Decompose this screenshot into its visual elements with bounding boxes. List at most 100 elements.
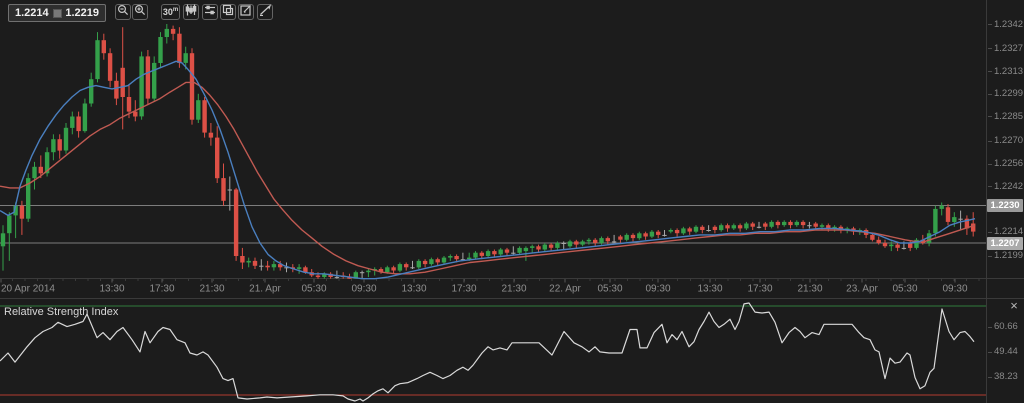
- candle-body: [549, 245, 553, 248]
- candle-body: [908, 243, 912, 248]
- candle-body: [517, 248, 521, 253]
- zoom-out-icon: [117, 3, 129, 21]
- price-tick-label: 1.2285: [994, 111, 1023, 122]
- candle-body: [902, 248, 906, 249]
- rsi-panel-title: Relative Strength Index: [4, 306, 118, 318]
- candle-body: [725, 225, 729, 228]
- candle-body: [650, 232, 654, 237]
- candle-body: [662, 235, 666, 236]
- time-label: 05:30: [892, 284, 917, 295]
- candle-body: [316, 276, 320, 278]
- candle-body: [272, 264, 276, 267]
- candle-body: [64, 128, 68, 151]
- candle-body: [404, 264, 408, 267]
- price-line-badge: 1.2230: [987, 199, 1023, 212]
- candle-body: [32, 167, 36, 178]
- buy-price-button[interactable]: 1.2219: [65, 7, 99, 19]
- time-label: 17:30: [747, 284, 772, 295]
- zoom-out-button[interactable]: [115, 4, 131, 20]
- rsi-tick-label: 49.44: [994, 346, 1018, 357]
- candle-body: [391, 267, 395, 270]
- price-axis-column[interactable]: 1.23421.23271.23131.22991.22851.22701.22…: [986, 0, 1024, 403]
- candle-body: [706, 230, 710, 231]
- candle-body: [700, 227, 704, 230]
- candle-body: [83, 104, 87, 132]
- duplicate-chart-button[interactable]: [220, 4, 236, 20]
- edit-chart-button[interactable]: [238, 4, 254, 20]
- spread-square-icon: [53, 9, 62, 18]
- candle-body: [417, 261, 421, 268]
- candle-body: [694, 227, 698, 232]
- candle-body: [612, 241, 616, 242]
- rsi-tick-label: 60.66: [994, 321, 1018, 332]
- candle-body: [713, 227, 717, 230]
- time-label: 05:30: [597, 284, 622, 295]
- slow-ma-line: [0, 82, 975, 273]
- candle-body: [625, 235, 629, 240]
- candle-body: [681, 228, 685, 233]
- zoom-in-button[interactable]: [132, 4, 148, 20]
- candle-body: [732, 225, 736, 228]
- time-label: 21:30: [199, 284, 224, 295]
- candle-body: [171, 29, 175, 34]
- candle-body: [1, 233, 5, 246]
- candle-body: [562, 243, 566, 244]
- candle-body: [587, 240, 591, 242]
- time-label: 05:30: [301, 284, 326, 295]
- candle-body: [184, 53, 188, 63]
- time-label: 13:30: [401, 284, 426, 295]
- candle-body: [669, 230, 673, 232]
- price-tick-label: 1.2199: [994, 250, 1023, 261]
- candle-body: [637, 233, 641, 238]
- time-label: 09:30: [351, 284, 376, 295]
- candle-body: [574, 241, 578, 244]
- candle-body: [215, 138, 219, 179]
- candle-body: [643, 233, 647, 236]
- candle-body: [429, 259, 433, 264]
- candle-body: [221, 178, 225, 201]
- candle-body: [688, 228, 692, 231]
- candle-body: [883, 243, 887, 246]
- candlestick-chart-icon: [185, 3, 197, 21]
- candle-body: [253, 261, 257, 266]
- candle-body: [76, 117, 80, 132]
- candle-body: [234, 190, 238, 257]
- candle-body: [511, 253, 515, 254]
- rsi-close-icon[interactable]: ×: [1007, 299, 1021, 313]
- candle-body: [499, 250, 503, 255]
- candle-body: [593, 240, 597, 243]
- candle-body: [436, 259, 440, 262]
- price-tick-label: 1.2242: [994, 181, 1023, 192]
- candle-body: [58, 139, 62, 150]
- time-label: 09:30: [645, 284, 670, 295]
- candle-body: [20, 206, 24, 219]
- chart-type-button[interactable]: [183, 4, 199, 20]
- sell-price-button[interactable]: 1.2214: [15, 7, 49, 19]
- candle-body: [744, 224, 748, 229]
- candle-body: [820, 225, 824, 227]
- indicator-settings-button[interactable]: [202, 4, 218, 20]
- candle-body: [209, 133, 213, 138]
- candle-body: [530, 246, 534, 248]
- candle-body: [524, 248, 528, 251]
- time-label: 09:30: [942, 284, 967, 295]
- price-chart-canvas[interactable]: 20 Apr 201413:3017:3021:3021. Apr05:3009…: [0, 0, 1024, 403]
- candle-body: [454, 256, 458, 259]
- draw-tool-button[interactable]: [257, 4, 273, 20]
- price-tick-label: 1.2299: [994, 88, 1023, 99]
- candle-body: [95, 40, 99, 79]
- timeframe-button[interactable]: 30m: [161, 4, 180, 20]
- quote-widget[interactable]: 1.2214 1.2219: [8, 4, 106, 22]
- candle-body: [410, 267, 414, 268]
- time-label: 21:30: [797, 284, 822, 295]
- candle-body: [265, 266, 269, 268]
- time-label: 13:30: [99, 284, 124, 295]
- candle-body: [398, 264, 402, 271]
- candle-body: [423, 261, 427, 264]
- candle-body: [366, 271, 370, 273]
- candle-body: [467, 258, 471, 260]
- candle-body: [7, 215, 11, 233]
- price-tick-label: 1.2313: [994, 66, 1023, 77]
- candle-body: [177, 34, 181, 63]
- candle-body: [933, 209, 937, 233]
